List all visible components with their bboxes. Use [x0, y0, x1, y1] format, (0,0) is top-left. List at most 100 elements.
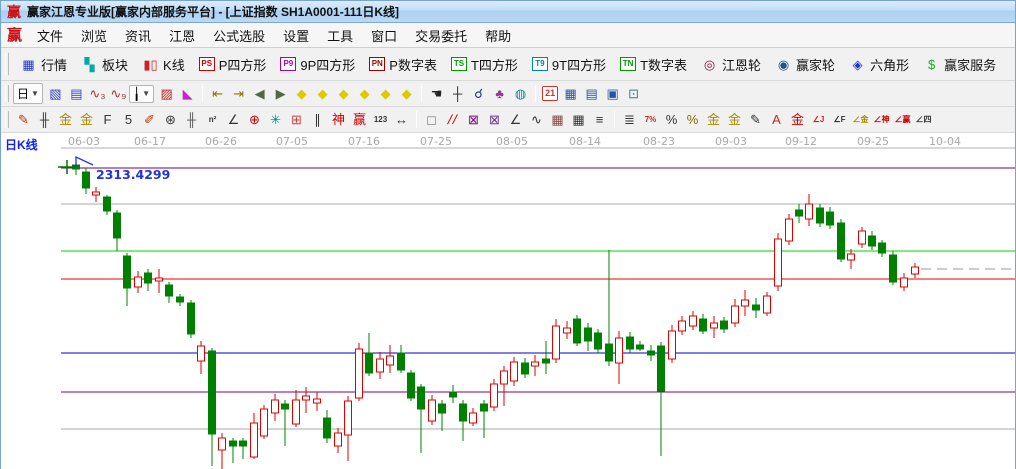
- plain-ruler-icon[interactable]: ╫: [181, 110, 202, 130]
- p-square-button[interactable]: PSP四方形: [192, 52, 274, 77]
- gold-circle-icon[interactable]: 金: [703, 110, 724, 130]
- candle-pencil-icon[interactable]: ✎: [745, 110, 766, 130]
- grid-red-icon[interactable]: ⊞: [286, 110, 307, 130]
- gann-gold-ruler2-icon[interactable]: 金: [76, 110, 97, 130]
- toolbar-grip[interactable]: [5, 85, 9, 103]
- angle-lines-icon[interactable]: ∠: [505, 110, 526, 130]
- kline-chart[interactable]: 日K线 06-0306-1706-2607-0507-1607-2508-050…: [1, 134, 1015, 469]
- candle-body: [114, 213, 121, 238]
- percent-line-icon[interactable]: %: [682, 110, 703, 130]
- notes-panel-icon[interactable]: ▤: [66, 84, 87, 104]
- wave-a-icon[interactable]: A: [766, 110, 787, 130]
- p-number-table-button[interactable]: PNP数字表: [362, 52, 444, 77]
- 9t-square-button[interactable]: T99T四方形: [525, 52, 613, 77]
- menu-item-7[interactable]: 工具: [318, 23, 362, 48]
- trend-pair-icon[interactable]: ∥: [307, 110, 328, 130]
- angle-ying-icon[interactable]: ∠赢: [892, 110, 913, 130]
- next-bar-button[interactable]: ▶: [270, 84, 291, 104]
- zigzag-icon[interactable]: ∿: [526, 110, 547, 130]
- draw-points-icon[interactable]: ✐: [139, 110, 160, 130]
- menu-item-2[interactable]: 浏览: [72, 23, 116, 48]
- gann-fan-box-icon[interactable]: ⊠: [463, 110, 484, 130]
- period-day-dropdown[interactable]: 日▼: [13, 83, 43, 104]
- winner-wheel-button[interactable]: ◉赢家轮: [768, 52, 842, 77]
- grid-dark-icon[interactable]: ▦: [547, 110, 568, 130]
- angle-si-icon[interactable]: ∠四: [913, 110, 934, 130]
- menu-item-5[interactable]: 公式选股: [204, 23, 274, 48]
- gann-f-ruler-icon[interactable]: F: [97, 110, 118, 130]
- knot-tool-icon[interactable]: ♣: [489, 84, 510, 104]
- angle-gold-icon[interactable]: ∠金: [850, 110, 871, 130]
- ruler-ticks-icon[interactable]: ╫: [34, 110, 55, 130]
- n-squared-icon[interactable]: n²: [202, 110, 223, 130]
- candlestick-canvas[interactable]: 06-0306-1706-2607-0507-1607-2508-0508-14…: [1, 134, 1015, 469]
- menu-item-9[interactable]: 交易委托: [406, 23, 476, 48]
- calculator-icon[interactable]: ▦: [560, 84, 581, 104]
- angle-f-icon[interactable]: ∠F: [829, 110, 850, 130]
- gann-wheel-button[interactable]: ◎江恩轮: [694, 52, 768, 77]
- zoom-expand-diamond-button[interactable]: ◆: [375, 84, 396, 104]
- circle-arrows-icon[interactable]: ⊛: [160, 110, 181, 130]
- notebook-icon[interactable]: ▤: [581, 84, 602, 104]
- ruler-123-icon[interactable]: 123: [370, 110, 391, 130]
- skip-to-end-button[interactable]: ⇥: [228, 84, 249, 104]
- winner-service-button[interactable]: $赢家服务: [916, 52, 1003, 77]
- menu-item-8[interactable]: 窗口: [362, 23, 406, 48]
- measure-button[interactable]: ☌: [468, 84, 489, 104]
- network-share-icon[interactable]: ⊡: [623, 84, 644, 104]
- calendar-21-icon[interactable]: 21: [542, 86, 558, 101]
- zoom-fit-diamond-button[interactable]: ◆: [396, 84, 417, 104]
- protractor-icon[interactable]: ∠: [223, 110, 244, 130]
- crosshair-button[interactable]: ┼: [447, 84, 468, 104]
- sectors-button[interactable]: ▚板块: [74, 52, 135, 77]
- angle-shen-icon[interactable]: ∠神: [871, 110, 892, 130]
- gann-fan-icon[interactable]: ╱╱: [442, 110, 463, 130]
- chip-distribution-icon[interactable]: ▧: [45, 84, 66, 104]
- gold-red-icon[interactable]: 金: [787, 110, 808, 130]
- zoom-in-h-diamond-button[interactable]: ◆: [354, 84, 375, 104]
- width-arrows-icon[interactable]: ↔: [391, 110, 412, 130]
- kline-button[interactable]: ▮▯K线: [135, 52, 192, 77]
- angle-j-icon[interactable]: ∠J: [808, 110, 829, 130]
- star-tool-icon[interactable]: ✳: [265, 110, 286, 130]
- zoom-right-diamond-button[interactable]: ◆: [312, 84, 333, 104]
- grid-dark2-icon[interactable]: ▦: [568, 110, 589, 130]
- skip-to-start-button[interactable]: ⇤: [207, 84, 228, 104]
- toolbar-grip[interactable]: [5, 53, 9, 75]
- maze-tool-icon[interactable]: ◍: [510, 84, 531, 104]
- toolbar-grip[interactable]: [5, 111, 9, 129]
- quotes-button[interactable]: ▦行情: [13, 52, 74, 77]
- t-number-table-button[interactable]: TNT数字表: [613, 52, 694, 77]
- gold-lines-icon[interactable]: 金: [724, 110, 745, 130]
- parallel-lines-icon[interactable]: ≡: [589, 110, 610, 130]
- hexagon-button[interactable]: ◈六角形: [842, 52, 916, 77]
- gann-5-ruler-icon[interactable]: 5: [118, 110, 139, 130]
- menu-item-4[interactable]: 江恩: [160, 23, 204, 48]
- menu-item-1[interactable]: 文件: [28, 23, 72, 48]
- pattern-red-icon[interactable]: ▨: [156, 84, 177, 104]
- box-select-icon[interactable]: ◻: [421, 110, 442, 130]
- volume-profile-icon[interactable]: ◣: [177, 84, 198, 104]
- gann-gold-ruler-icon[interactable]: 金: [55, 110, 76, 130]
- zoom-left-diamond-button[interactable]: ◆: [291, 84, 312, 104]
- 9p-square-button[interactable]: P99P四方形: [273, 52, 362, 77]
- zoom-out-h-diamond-button[interactable]: ◆: [333, 84, 354, 104]
- save-icon[interactable]: ▣: [602, 84, 623, 104]
- percent-icon[interactable]: %: [661, 110, 682, 130]
- gann-fan-box2-icon[interactable]: ⊠: [484, 110, 505, 130]
- menu-item-3[interactable]: 资讯: [116, 23, 160, 48]
- pan-hand-button[interactable]: ☚: [426, 84, 447, 104]
- pencil-tool-icon[interactable]: ✎: [13, 110, 34, 130]
- shen-tool-icon[interactable]: 神: [328, 110, 349, 130]
- wave-9-icon[interactable]: ∿₉: [108, 84, 129, 104]
- wave-3-icon[interactable]: ∿₃: [87, 84, 108, 104]
- candle-style-dropdown[interactable]: ╽▼: [129, 85, 154, 103]
- vertical-ruler-icon[interactable]: ≣: [619, 110, 640, 130]
- percent-7-icon[interactable]: 7%: [640, 110, 661, 130]
- ying-tool-icon[interactable]: 赢: [349, 110, 370, 130]
- prev-bar-button[interactable]: ◀: [249, 84, 270, 104]
- t-square-button[interactable]: TST四方形: [444, 52, 525, 77]
- menu-item-10[interactable]: 帮助: [476, 23, 520, 48]
- menu-item-6[interactable]: 设置: [274, 23, 318, 48]
- circle-cross-icon[interactable]: ⊕: [244, 110, 265, 130]
